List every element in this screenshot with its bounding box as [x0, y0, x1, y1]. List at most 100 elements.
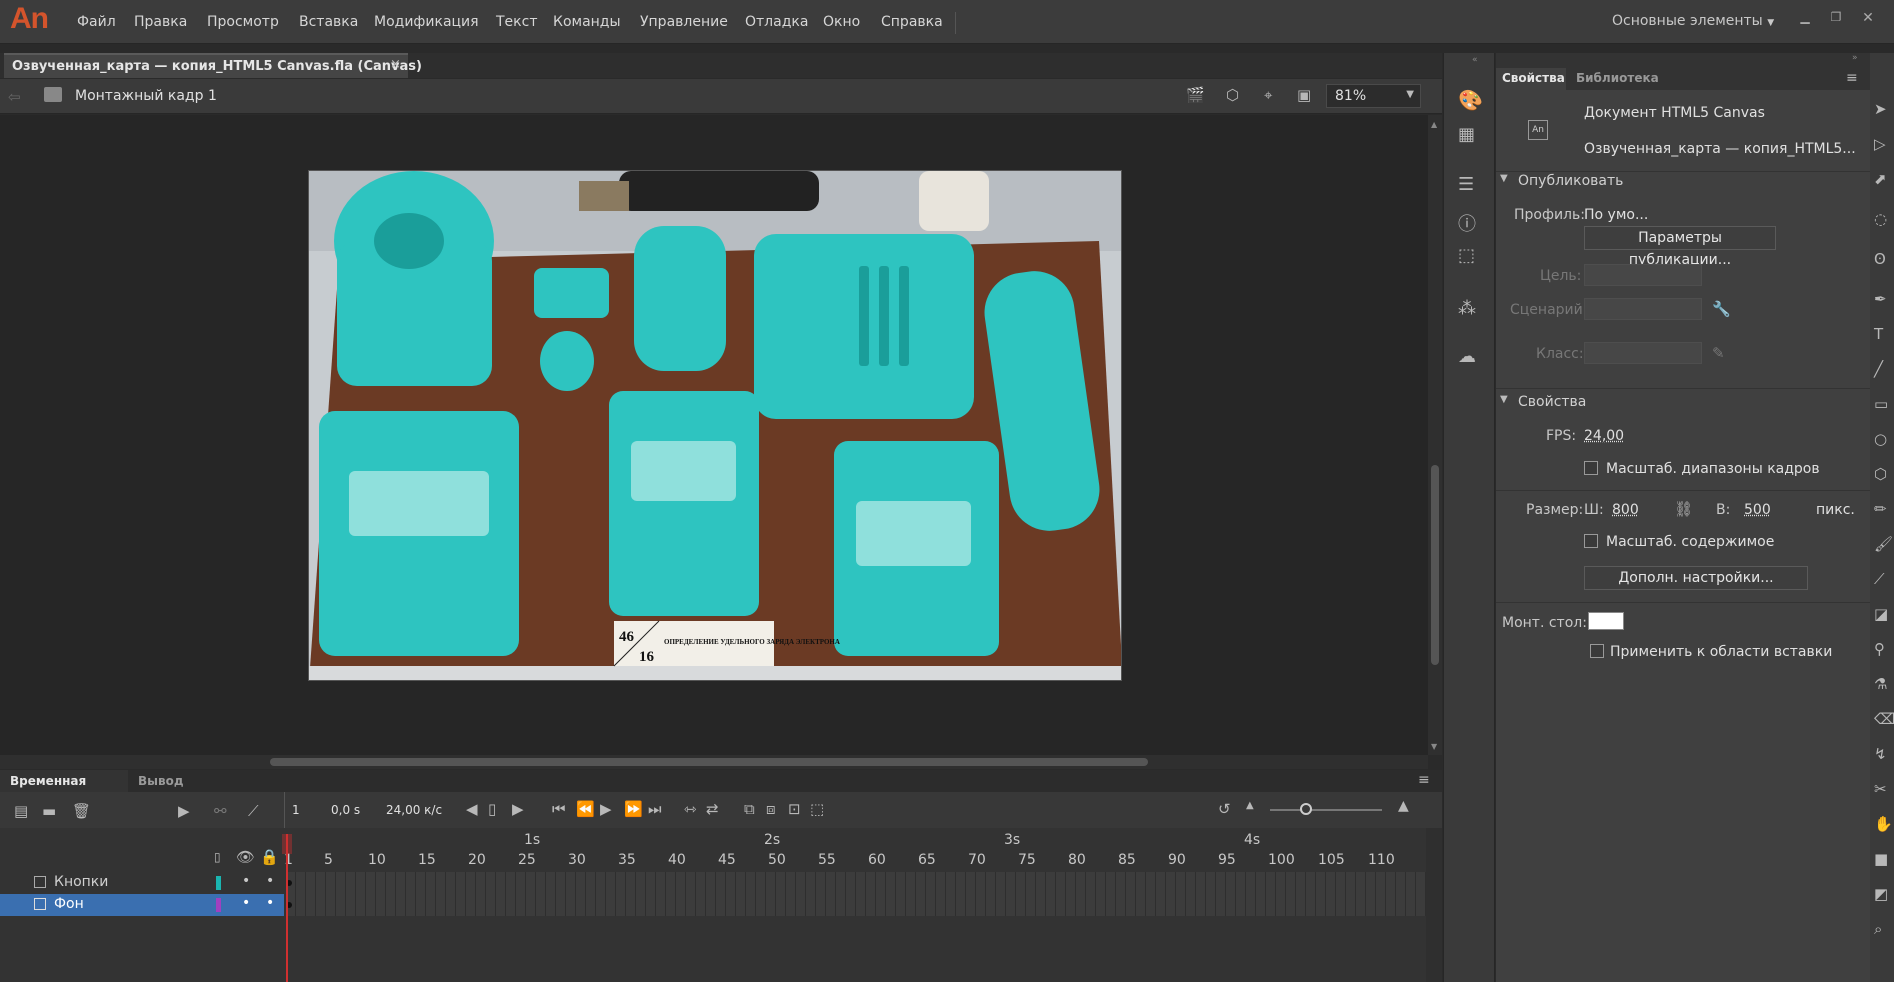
width-value[interactable]: 800	[1612, 502, 1639, 518]
pencil-tool-icon[interactable]: ✏	[1874, 500, 1887, 518]
layer-row[interactable]: Кнопки • •	[0, 872, 284, 894]
edit-symbols-icon[interactable]: ⬡	[1226, 86, 1239, 104]
step-forward-icon[interactable]: ⏩	[624, 800, 643, 818]
scroll-thumb[interactable]	[1431, 465, 1439, 665]
menu-insert[interactable]: Вставка	[299, 14, 358, 30]
layer-color[interactable]	[216, 876, 221, 890]
menu-text[interactable]: Текст	[496, 14, 537, 30]
frame-rate[interactable]: 24,00 к/с	[386, 803, 442, 817]
menu-debug[interactable]: Отладка	[745, 14, 808, 30]
loop-icon[interactable]: ⇿	[684, 800, 697, 818]
menu-file[interactable]: Файл	[77, 14, 116, 30]
timeline-zoom-slider[interactable]	[1270, 809, 1382, 811]
oval-tool-icon[interactable]: ○	[1874, 430, 1887, 448]
polystar-tool-icon[interactable]: ⬡	[1874, 465, 1887, 483]
zoom-out-icon[interactable]: ▲	[1246, 800, 1254, 811]
trash-icon[interactable]: 🗑	[72, 802, 91, 820]
scene-name[interactable]: Монтажный кадр 1	[75, 88, 217, 104]
current-frame[interactable]: 1	[292, 803, 300, 817]
scroll-thumb[interactable]	[270, 758, 1148, 766]
highlight-icon[interactable]: ▯	[214, 850, 221, 864]
center-stage-icon[interactable]: ⌖	[1264, 86, 1272, 104]
menu-commands[interactable]: Команды	[553, 14, 621, 30]
advanced-settings-button[interactable]: Дополн. настройки...	[1584, 566, 1808, 590]
swatches-icon[interactable]: ▦	[1458, 124, 1475, 145]
script-select[interactable]	[1584, 298, 1702, 320]
layer-name[interactable]: Фон	[54, 896, 84, 912]
transform-icon[interactable]: ⬚	[1458, 245, 1475, 266]
panel-menu-icon[interactable]: ≡	[1846, 70, 1858, 86]
selection-tool-icon[interactable]: ➤	[1874, 100, 1887, 118]
prev-frame-icon[interactable]: ◀	[466, 800, 478, 818]
frame-grid[interactable]	[286, 872, 1426, 916]
zoom-select[interactable]: 81% ▼	[1326, 84, 1421, 108]
pen-tool-icon[interactable]: ✒	[1874, 290, 1887, 308]
rectangle-tool-icon[interactable]: ▭	[1874, 395, 1888, 413]
new-layer-icon[interactable]: ▤	[14, 802, 28, 820]
panel-menu-icon[interactable]: ≡	[1418, 772, 1430, 788]
width-tool-icon[interactable]: ↯	[1874, 745, 1887, 763]
play-icon[interactable]: ▶	[600, 800, 612, 818]
workspace-switcher[interactable]: Основные элементы ▼	[1612, 13, 1774, 29]
layer-row-selected[interactable]: Фон • •	[0, 894, 284, 916]
lock-dot[interactable]: •	[266, 873, 274, 889]
horizontal-scrollbar[interactable]	[0, 755, 1428, 769]
close-tab-icon[interactable]: ×	[390, 57, 401, 72]
publish-header[interactable]: Опубликовать	[1518, 173, 1623, 189]
creative-cloud-icon[interactable]: ☁	[1458, 346, 1476, 367]
height-value[interactable]: 500	[1744, 502, 1771, 518]
brush-tool-icon[interactable]: 🖌	[1874, 535, 1893, 553]
step-back-icon[interactable]: ⏪	[576, 800, 595, 818]
stage-canvas[interactable]: 46 16 ОПРЕДЕЛЕНИЕ УДЕЛЬНОГО ЗАРЯДА ЭЛЕКТ…	[308, 170, 1122, 681]
lock-icon[interactable]: 🔒	[260, 848, 279, 866]
close-window-icon[interactable]: ✕	[1858, 10, 1878, 24]
line-tool-icon[interactable]: ╱	[1874, 360, 1883, 378]
minimize-icon[interactable]: ▁	[1795, 10, 1815, 24]
free-transform-icon[interactable]: ⬈	[1874, 170, 1887, 188]
menu-help[interactable]: Справка	[881, 14, 943, 30]
eye-icon[interactable]: 👁	[236, 848, 255, 866]
tab-timeline[interactable]: Временная шкала	[0, 770, 128, 792]
stage-color-swatch[interactable]	[1588, 612, 1624, 630]
vertical-scrollbar[interactable]: ▲ ▼	[1428, 115, 1442, 755]
info-icon[interactable]: ⓘ	[1458, 210, 1476, 236]
zoom-tool-icon[interactable]: ⌕	[1874, 920, 1882, 938]
edit-multiple-icon[interactable]: ⧉	[744, 800, 755, 818]
eraser-tool-icon[interactable]: ⌫	[1874, 710, 1894, 728]
target-select[interactable]	[1584, 264, 1702, 286]
align-icon[interactable]: ☰	[1458, 174, 1474, 195]
color-palette-icon[interactable]: 🎨	[1458, 88, 1483, 112]
onion-outline-icon[interactable]: ⧈	[766, 800, 776, 818]
components-icon[interactable]: ⁂	[1458, 298, 1476, 319]
graph-icon[interactable]: ⟋	[248, 802, 259, 820]
playhead[interactable]	[286, 834, 288, 982]
parenting-icon[interactable]: ⚯	[214, 802, 227, 820]
scale-content-checkbox[interactable]	[1584, 534, 1598, 548]
ink-bottle-icon[interactable]: ⚲	[1874, 640, 1885, 658]
new-folder-icon[interactable]: ▬	[42, 802, 56, 820]
camera-icon[interactable]: ▶	[178, 802, 190, 820]
frame-ruler[interactable]: 1 5 10 15 20 25 30 35 40 45 50 55 60 65 70 75 80 85 90 95 10…	[286, 828, 1426, 872]
clip-content-icon[interactable]: ▣	[1297, 86, 1311, 104]
class-field[interactable]	[1584, 342, 1702, 364]
pencil-icon[interactable]: ✎	[1712, 344, 1725, 362]
lock-dot[interactable]: •	[266, 895, 274, 911]
publish-settings-button[interactable]: Параметры публикации...	[1584, 226, 1776, 250]
stroke-color-icon[interactable]: ■	[1874, 850, 1888, 868]
menu-modify[interactable]: Модификация	[374, 14, 479, 30]
back-arrow-icon[interactable]: ⇦	[8, 88, 21, 106]
reset-zoom-icon[interactable]: ↺	[1218, 800, 1231, 818]
text-tool-icon[interactable]: T	[1874, 325, 1883, 343]
collapse-left-icon[interactable]: «	[1472, 55, 1478, 65]
tab-library[interactable]: Библиотека	[1576, 71, 1659, 85]
eyedropper-icon[interactable]: ⚗	[1874, 675, 1887, 693]
insert-frames-icon[interactable]: ⊡	[788, 800, 801, 818]
visible-dot[interactable]: •	[242, 895, 250, 911]
apply-paste-checkbox[interactable]	[1590, 644, 1604, 658]
paint-bucket-icon[interactable]: ◪	[1874, 605, 1888, 623]
layer-color[interactable]	[216, 898, 221, 912]
zoom-in-icon[interactable]: ▲	[1398, 798, 1409, 814]
timeline-vscroll[interactable]	[1426, 828, 1442, 982]
subselection-tool-icon[interactable]: ▷	[1874, 135, 1886, 153]
playhead-center-icon[interactable]: ▯	[488, 800, 496, 818]
